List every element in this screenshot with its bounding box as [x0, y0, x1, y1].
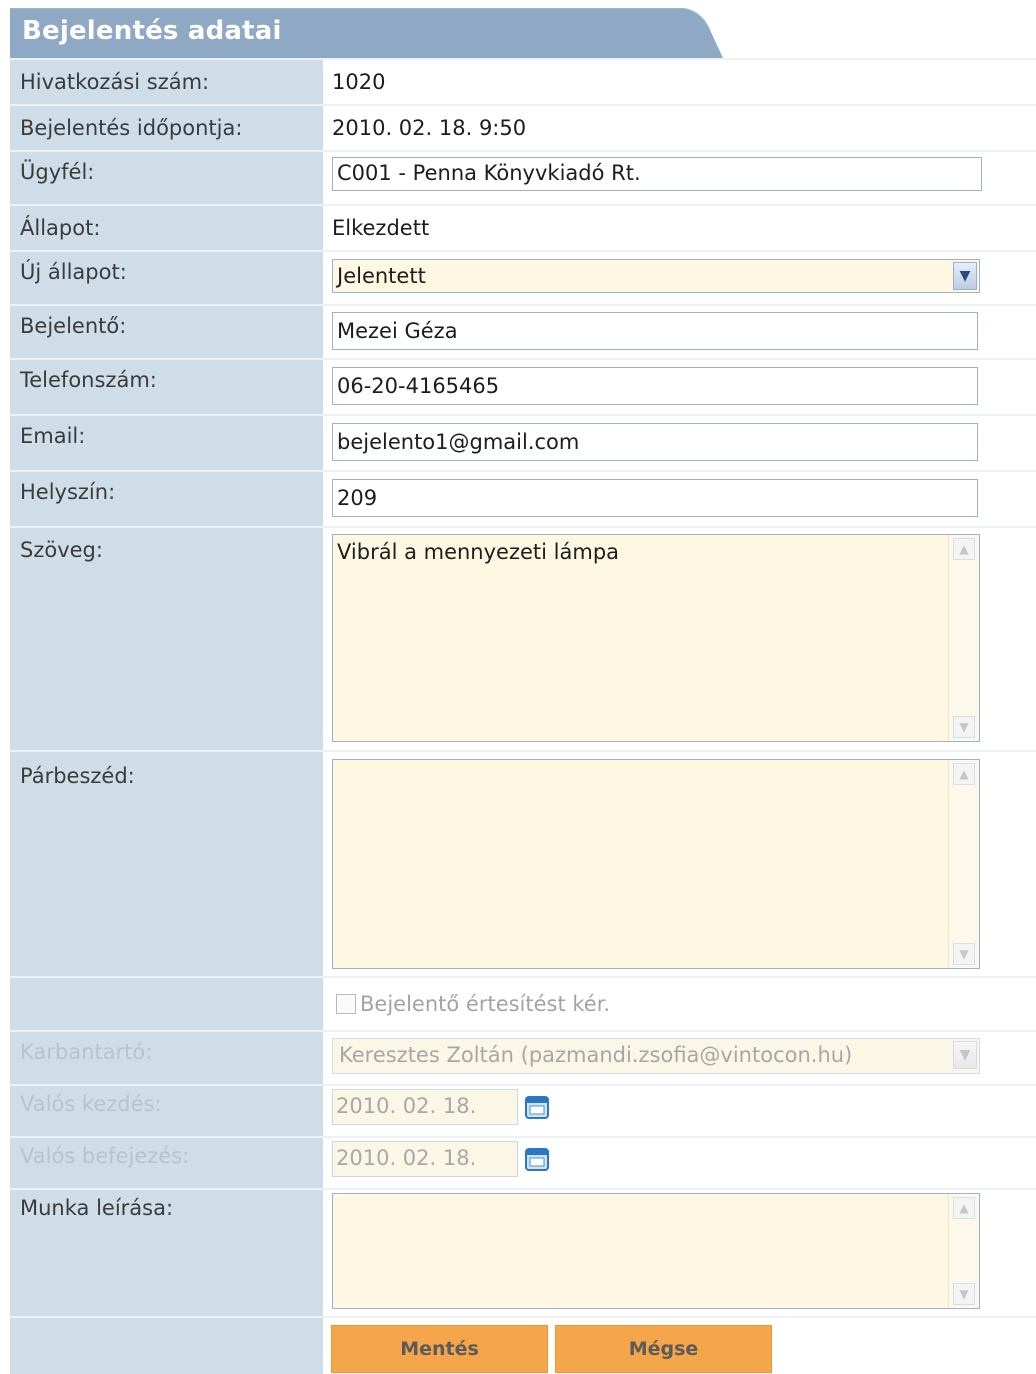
email-label: Email:: [20, 424, 86, 448]
save-button[interactable]: Mentés: [331, 1325, 548, 1373]
real-end-row: Valós befejezés: 2010. 02. 18.: [10, 1138, 1036, 1188]
new-state-row: Új állapot: Jelentett ▼: [10, 252, 1036, 304]
real-end-field[interactable]: 2010. 02. 18.: [332, 1141, 518, 1177]
maintainer-value: Keresztes Zoltán (pazmandi.zsofia@vintoc…: [339, 1043, 853, 1067]
time-label: Bejelentés időpontja:: [20, 116, 243, 140]
location-field[interactable]: 209: [332, 479, 978, 517]
client-field[interactable]: C001 - Penna Könyvkiadó Rt.: [332, 157, 982, 191]
arrow-down-icon[interactable]: ▼: [953, 1283, 975, 1305]
state-label: Állapot:: [20, 216, 101, 240]
dialog-scrollbar[interactable]: ▲ ▼: [948, 760, 979, 968]
maintainer-row: Karbantartó: Keresztes Zoltán (pazmandi.…: [10, 1032, 1036, 1084]
reporter-field[interactable]: Mezei Géza: [332, 312, 978, 350]
new-state-select[interactable]: Jelentett ▼: [332, 259, 980, 293]
ref-label: Hivatkozási szám:: [20, 70, 210, 94]
arrow-up-icon[interactable]: ▲: [953, 1197, 975, 1219]
client-row: Ügyfél: C001 - Penna Könyvkiadó Rt.: [10, 152, 1036, 204]
email-row: Email: bejelento1@gmail.com: [10, 416, 1036, 470]
cancel-button[interactable]: Mégse: [555, 1325, 772, 1373]
notify-checkbox[interactable]: [336, 994, 356, 1014]
text-scrollbar[interactable]: ▲ ▼: [948, 535, 979, 741]
state-value: Elkezdett: [332, 216, 430, 240]
location-row: Helyszín: 209: [10, 472, 1036, 526]
chevron-down-icon[interactable]: ▼: [953, 1041, 977, 1069]
calendar-icon[interactable]: [524, 1094, 550, 1120]
state-row: Állapot: Elkezdett: [10, 206, 1036, 250]
work-desc-scrollbar[interactable]: ▲ ▼: [948, 1194, 979, 1308]
email-field[interactable]: bejelento1@gmail.com: [332, 423, 978, 461]
work-desc-row: Munka leírása: ▲ ▼: [10, 1190, 1036, 1316]
arrow-up-icon[interactable]: ▲: [953, 763, 975, 785]
ref-row: Hivatkozási szám: 1020: [10, 60, 1036, 104]
time-row: Bejelentés időpontja: 2010. 02. 18. 9:50: [10, 106, 1036, 150]
arrow-down-icon[interactable]: ▼: [953, 716, 975, 738]
notify-row: Bejelentő értesítést kér.: [10, 978, 1036, 1030]
notify-label[interactable]: Bejelentő értesítést kér.: [360, 992, 610, 1016]
real-start-row: Valós kezdés: 2010. 02. 18.: [10, 1086, 1036, 1136]
calendar-icon[interactable]: [524, 1146, 550, 1172]
row-separator: [10, 1316, 1036, 1318]
section-title: Bejelentés adatai: [22, 16, 282, 46]
phone-field[interactable]: 06-20-4165465: [332, 367, 978, 405]
new-state-label: Új állapot:: [20, 260, 127, 284]
phone-label: Telefonszám:: [20, 368, 157, 392]
text-label: Szöveg:: [20, 538, 103, 562]
real-start-label: Valós kezdés:: [20, 1092, 162, 1116]
work-desc-label: Munka leírása:: [20, 1196, 174, 1220]
real-end-label: Valós befejezés:: [20, 1144, 190, 1168]
section-header: Bejelentés adatai: [10, 8, 723, 58]
work-desc-area[interactable]: ▲ ▼: [332, 1193, 980, 1309]
client-label: Ügyfél:: [20, 160, 95, 184]
dialog-row: Párbeszéd: ▲ ▼: [10, 752, 1036, 976]
real-start-field[interactable]: 2010. 02. 18.: [332, 1089, 518, 1125]
maintainer-select[interactable]: Keresztes Zoltán (pazmandi.zsofia@vintoc…: [332, 1038, 980, 1074]
reporter-label: Bejelentő:: [20, 314, 127, 338]
phone-row: Telefonszám: 06-20-4165465: [10, 360, 1036, 414]
dialog-label: Párbeszéd:: [20, 764, 135, 788]
time-value: 2010. 02. 18. 9:50: [332, 116, 527, 140]
text-value: Vibrál a mennyezeti lámpa: [337, 540, 620, 564]
text-row: Szöveg: Vibrál a mennyezeti lámpa ▲ ▼: [10, 528, 1036, 750]
ref-value: 1020: [332, 70, 386, 94]
form-container: Bejelentés adatai Hivatkozási szám: 1020…: [0, 0, 1036, 1374]
maintainer-label: Karbantartó:: [20, 1040, 153, 1064]
dialog-area[interactable]: ▲ ▼: [332, 759, 980, 969]
new-state-value: Jelentett: [337, 264, 426, 288]
notify-checkbox-group[interactable]: Bejelentő értesítést kér.: [336, 992, 610, 1016]
text-area[interactable]: Vibrál a mennyezeti lámpa ▲ ▼: [332, 534, 980, 742]
location-label: Helyszín:: [20, 480, 116, 504]
arrow-up-icon[interactable]: ▲: [953, 538, 975, 560]
reporter-row: Bejelentő: Mezei Géza: [10, 306, 1036, 358]
chevron-down-icon[interactable]: ▼: [953, 262, 977, 290]
arrow-down-icon[interactable]: ▼: [953, 943, 975, 965]
